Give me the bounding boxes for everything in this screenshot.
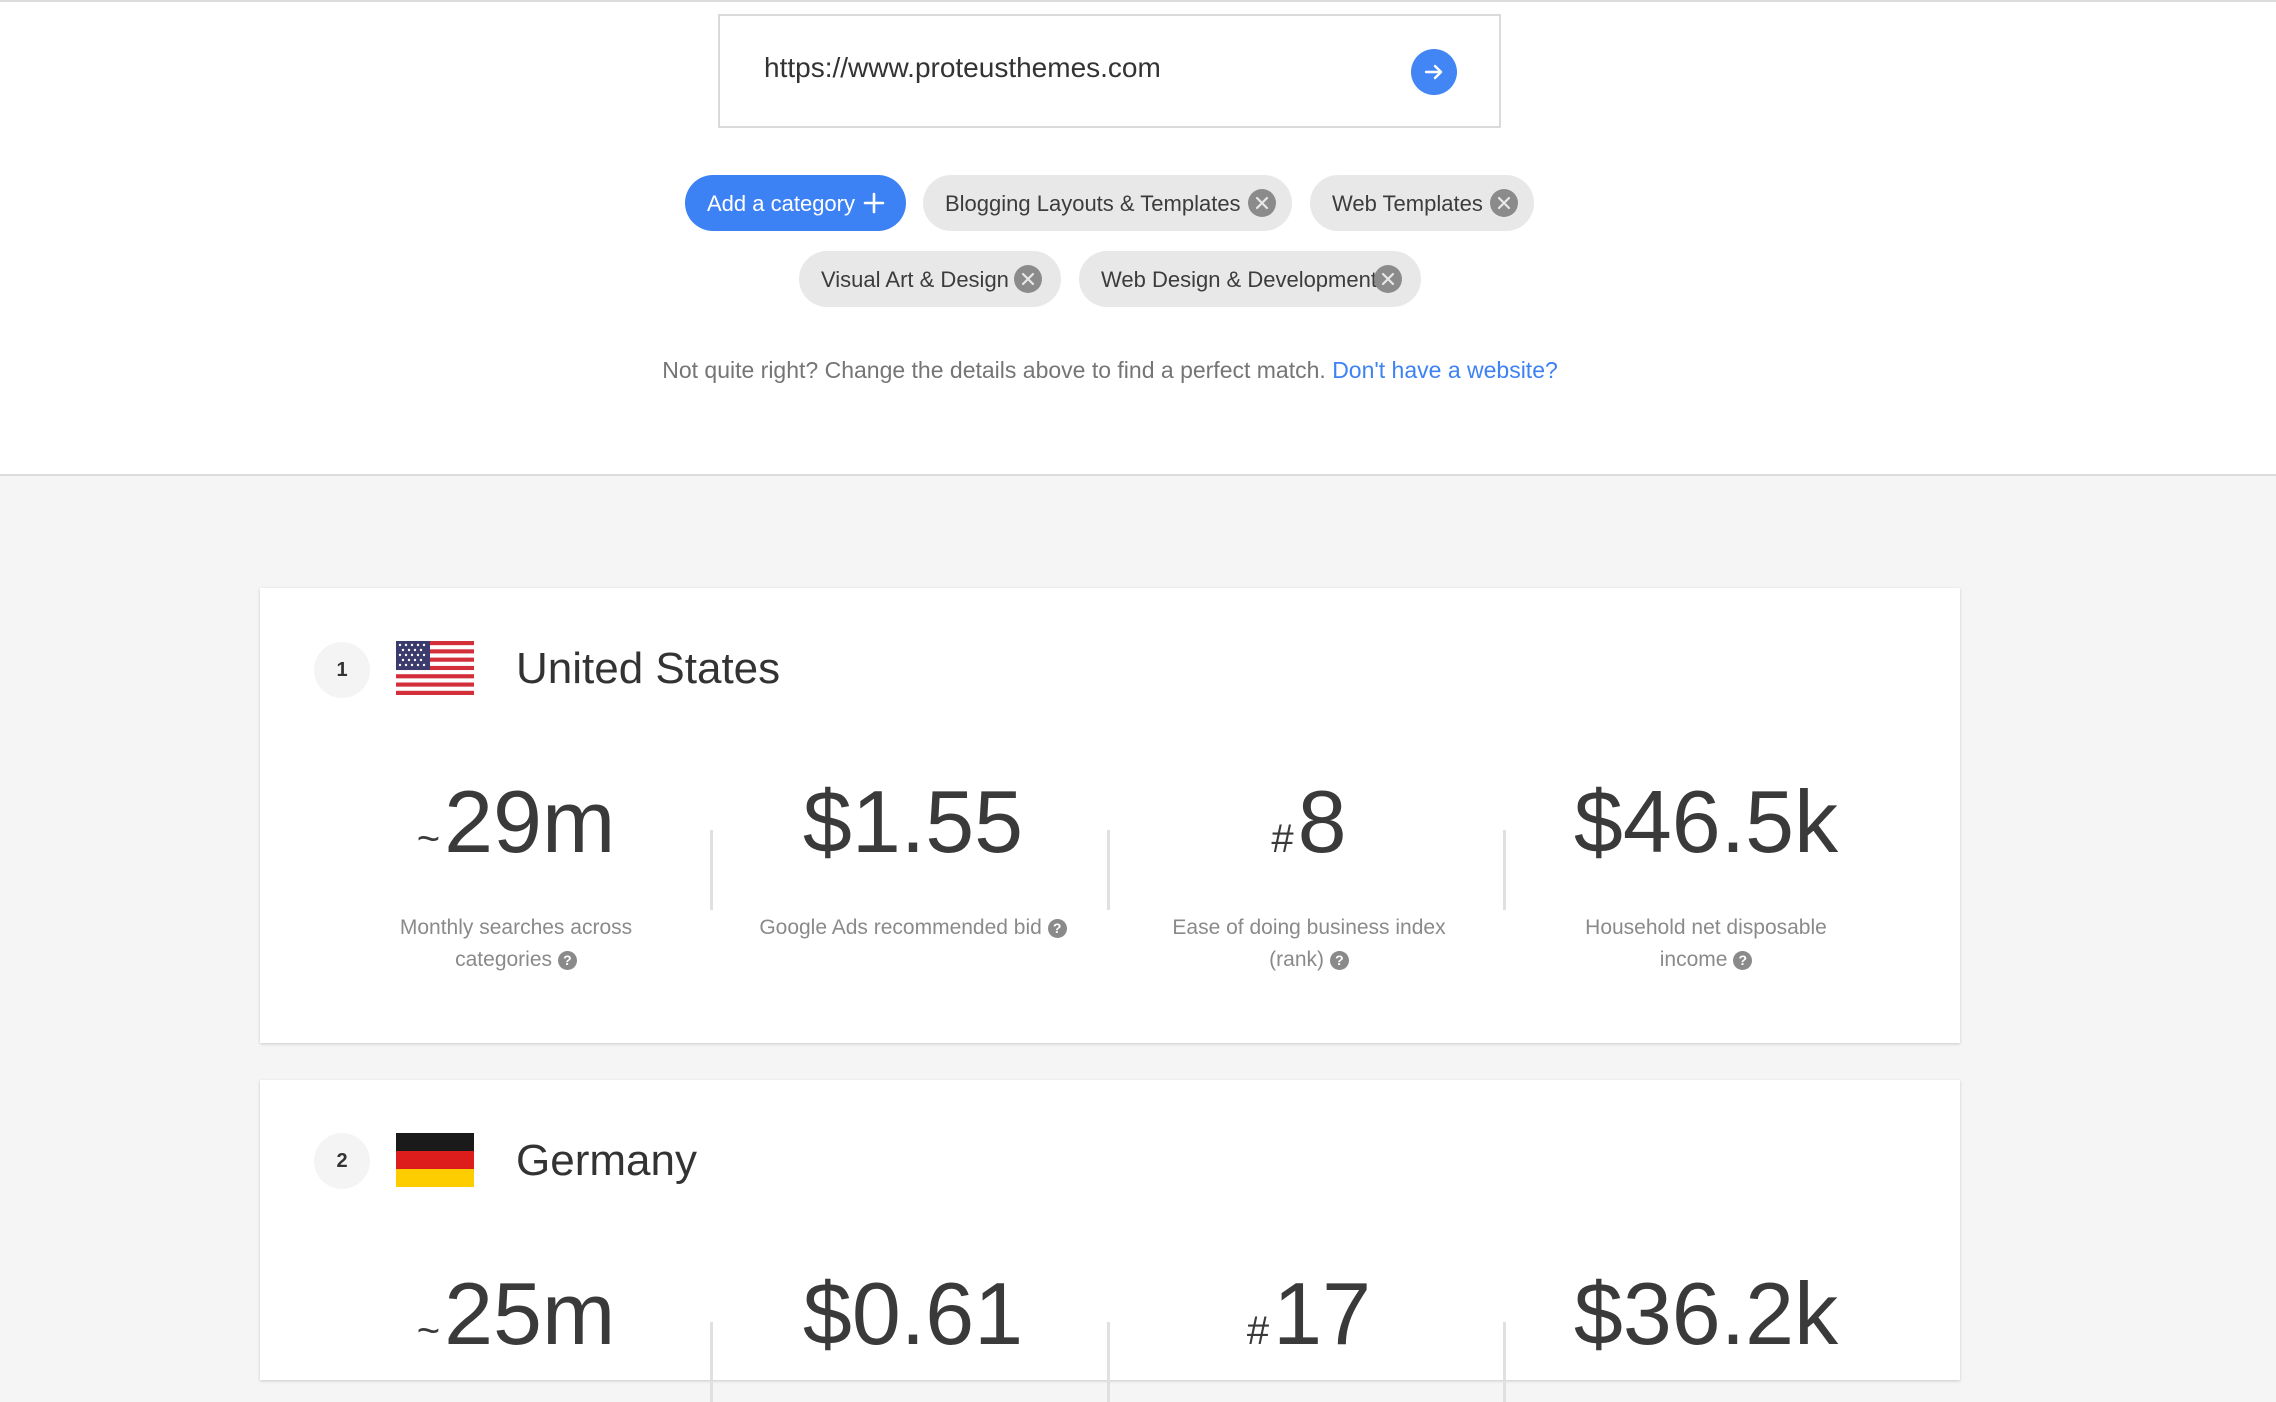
- search-panel: https://www.proteusthemes.com Add a cate…: [0, 0, 2276, 476]
- germany-flag-icon: [396, 1133, 474, 1187]
- website-url-input[interactable]: https://www.proteusthemes.com: [764, 52, 1161, 84]
- remove-chip-icon[interactable]: [1014, 265, 1042, 293]
- category-chip[interactable]: Visual Art & Design: [799, 251, 1061, 307]
- metric-divider: [710, 830, 713, 910]
- metric-divider: [1107, 1322, 1110, 1402]
- category-chips-row-2: Visual Art & Design Web Design & Develop…: [0, 251, 2276, 307]
- country-name: Germany: [516, 1136, 697, 1185]
- searches-value: 25m: [444, 1264, 616, 1363]
- metric-divider: [710, 1322, 713, 1402]
- income-value: $36.2k: [1573, 1264, 1839, 1363]
- submit-url-button[interactable]: [1411, 49, 1457, 95]
- remove-chip-icon[interactable]: [1248, 189, 1276, 217]
- us-flag-icon: [396, 641, 474, 695]
- no-website-link[interactable]: Don't have a website?: [1332, 357, 1558, 383]
- country-card[interactable]: 1 United States ~29m Monthly searches ac…: [260, 588, 1960, 1043]
- ease-value: 17: [1273, 1264, 1372, 1363]
- help-icon[interactable]: ?: [1047, 918, 1067, 938]
- category-chip[interactable]: Web Design & Development: [1079, 251, 1421, 307]
- income-value: $46.5k: [1573, 772, 1839, 871]
- country-name: United States: [516, 644, 781, 693]
- help-icon[interactable]: ?: [557, 950, 577, 970]
- bid-value: $0.61: [802, 1264, 1024, 1363]
- bid-value: $1.55: [802, 772, 1024, 871]
- metric-divider: [1107, 830, 1110, 910]
- metric-bid: $0.61: [743, 1270, 1083, 1358]
- metric-divider: [1503, 830, 1506, 910]
- metric-income: $46.5k Household net disposable income ?: [1536, 778, 1876, 976]
- rank-badge: 2: [314, 1133, 370, 1189]
- add-category-button[interactable]: Add a category: [685, 175, 906, 231]
- plus-icon: [863, 192, 885, 214]
- category-chip[interactable]: Web Templates: [1310, 175, 1534, 231]
- country-card[interactable]: 2 Germany ~25m $0.61 #17 $36.2k: [260, 1080, 1960, 1402]
- help-icon[interactable]: ?: [1329, 950, 1349, 970]
- rank-badge: 1: [314, 642, 370, 698]
- metric-divider: [1503, 1322, 1506, 1402]
- metric-searches: ~29m Monthly searches across categories ?: [399, 772, 633, 972]
- metric-bid: $1.55 Google Ads recommended bid ?: [743, 778, 1083, 944]
- help-icon[interactable]: ?: [1733, 950, 1753, 970]
- helper-text: Not quite right? Change the details abov…: [662, 357, 1558, 383]
- metric-ease: #17: [1246, 1264, 1372, 1363]
- remove-chip-icon[interactable]: [1490, 189, 1518, 217]
- category-chips-row-1: Add a category Blogging Layouts & Templa…: [0, 175, 2276, 231]
- arrow-right-icon: [1424, 64, 1443, 80]
- remove-chip-icon[interactable]: [1374, 265, 1402, 293]
- category-chip[interactable]: Blogging Layouts & Templates: [923, 175, 1292, 231]
- metric-searches: ~25m: [416, 1264, 616, 1363]
- searches-value: 29m: [444, 772, 616, 871]
- metric-income: $36.2k: [1536, 1270, 1876, 1358]
- website-url-field[interactable]: https://www.proteusthemes.com: [718, 14, 1501, 128]
- metric-ease: #8 Ease of doing business index (rank) ?: [1172, 772, 1446, 972]
- ease-value: 8: [1297, 772, 1347, 871]
